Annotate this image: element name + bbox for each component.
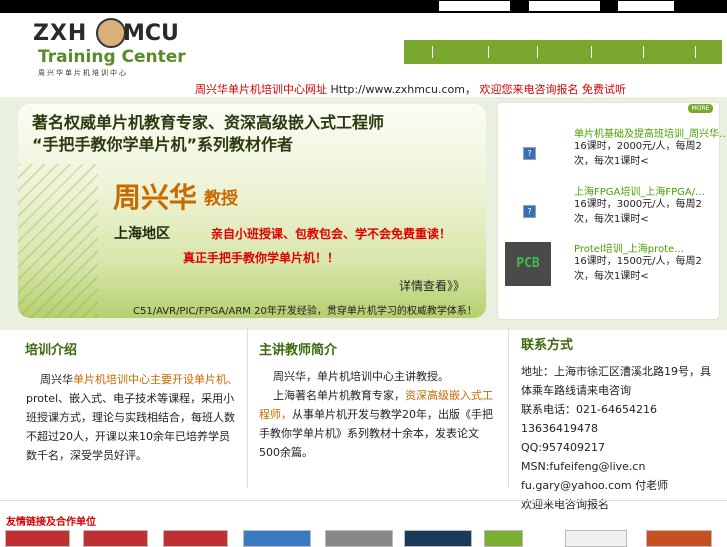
broken-image-icon: ? [523, 205, 536, 218]
more-button[interactable]: MORE [688, 104, 713, 113]
logo-portrait-icon [96, 18, 126, 48]
banner-area: 上海地区 [114, 226, 170, 242]
top-link-1[interactable] [439, 1, 510, 11]
nav-separator [643, 46, 644, 58]
headline-prefix: 周兴华单片机培训中心网址 [195, 83, 327, 96]
broken-image-icon: ? [523, 147, 536, 160]
site-logo[interactable]: ZXH MCU Training Center 周兴华单片机培训中心 [0, 13, 196, 79]
nav-separator [695, 46, 696, 58]
course-item[interactable]: ? 上海FPGA培训_上海FPGA/… 16课时，3000元/人，每周2次，每次… [498, 183, 719, 241]
headline: 周兴华单片机培训中心网址 Http://www.zxhmcu.com， 欢迎您来… [195, 81, 626, 97]
contact-address: 地址：上海市徐汇区漕溪北路19号，具体乘车路线请来电咨询 [521, 365, 711, 397]
intro-text-after: protel、嵌入式、电子技术等课程，采用小班授课方式，理论与实践相结合，每班人… [26, 392, 235, 462]
nav-separator [537, 46, 538, 58]
promo-banner[interactable]: 著名权威单片机教育专家、资深高级嵌入式工程师 “手把手教你学单片机”系列教材作者… [18, 104, 486, 318]
pcb-thumbnail-icon: PCB [505, 242, 551, 286]
banner-more-link[interactable]: 详情查看》》 [399, 277, 465, 294]
column-divider [508, 328, 509, 488]
contact-phone: 联系电话：021-64654216 [521, 403, 657, 416]
partner-logo[interactable] [163, 530, 228, 547]
banner-perk1: 亲自小班授课、包教包会、学不会免费重读！ [211, 227, 452, 241]
teacher-para2-a: 上海著名单片机教育专家， [273, 389, 405, 402]
courses-panel: ? 单片机基础及提高班培训_周兴华… 16课时，2000元/人，每周2次，每次1… [497, 102, 727, 320]
partner-logo[interactable] [325, 530, 393, 547]
headline-suffix1: 欢迎您来电咨询报名 [479, 83, 579, 96]
teacher-text: 周兴华，单片机培训中心主讲教授。 上海著名单片机教育专家，资深高级嵌入式工程师，… [259, 367, 499, 462]
footer-divider [0, 500, 727, 501]
banner-line2: “手把手教你学单片机”系列教材作者 [32, 135, 294, 154]
logo-brand-right: MCU [123, 21, 179, 46]
teacher-title: 主讲教师简介 [259, 343, 338, 358]
banner-footer: C51/AVR/PIC/FPGA/ARM 20年开发经验，贯穿单片机学习的权威教… [133, 306, 477, 317]
course-item[interactable]: PCB Protel培训_上海prote… 16课时，1500元/人，每周2次，… [498, 240, 719, 298]
partner-logo[interactable] [243, 530, 311, 547]
top-bar [0, 0, 727, 13]
headline-suffix2: 免费试听 [581, 83, 626, 96]
partner-logo[interactable] [484, 530, 523, 547]
course-desc: 16课时，2000元/人，每周2次，每次1课时< [574, 141, 702, 167]
course-title[interactable]: 单片机基础及提高班培训_周兴华… [574, 125, 727, 140]
intro-title: 培训介绍 [25, 343, 78, 358]
contact-text: 地址：上海市徐汇区漕溪北路19号，具体乘车路线请来电咨询 联系电话：021-64… [521, 362, 721, 514]
teacher-para2: 上海著名单片机教育专家，资深高级嵌入式工程师，从事单片机开发与教学20年，出版《… [259, 386, 499, 462]
contact-mobile: 13636419478 [521, 422, 598, 435]
logo-brand-left: ZXH [33, 21, 88, 46]
partner-logo[interactable] [5, 530, 70, 547]
headline-url[interactable]: Http://www.zxhmcu.com， [331, 83, 476, 96]
course-desc: 16课时，3000元/人，每周2次，每次1课时< [574, 199, 702, 225]
banner-name: 周兴华 [113, 181, 198, 214]
contact-note: 欢迎来电咨询报名 [521, 498, 609, 511]
partner-logo[interactable] [565, 530, 627, 547]
nav-separator [432, 46, 433, 58]
main-nav [404, 40, 722, 64]
contact-qq: QQ:957409217 [521, 441, 606, 454]
banner-title: 教授 [204, 189, 238, 209]
nav-separator [591, 46, 592, 58]
course-item[interactable]: ? 单片机基础及提高班培训_周兴华… 16课时，2000元/人，每周2次，每次1… [498, 125, 727, 183]
column-divider [247, 328, 248, 488]
course-title[interactable]: Protel培训_上海prote… [574, 240, 684, 255]
logo-subtitle: Training Center [38, 47, 186, 67]
contact-msn: MSN:fufeifeng@live.cn [521, 460, 646, 473]
intro-text-highlight[interactable]: 单片机培训中心主要开设单片机、 [73, 373, 238, 386]
partner-logo[interactable] [404, 530, 472, 547]
course-title[interactable]: 上海FPGA培训_上海FPGA/… [574, 183, 705, 198]
banner-line1: 著名权威单片机教育专家、资深高级嵌入式工程师 [32, 113, 385, 132]
circuit-decoration [18, 164, 98, 318]
logo-chinese-name: 周兴华单片机培训中心 [38, 69, 128, 77]
partner-logo[interactable] [646, 530, 712, 547]
nav-separator [488, 46, 489, 58]
partner-logo[interactable] [83, 530, 148, 547]
partners-title: 友情链接及合作单位 [6, 517, 96, 528]
top-link-2[interactable] [529, 1, 600, 11]
intro-text: 周兴华单片机培训中心主要开设单片机、 protel、嵌入式、电子技术等课程，采用小… [26, 370, 238, 465]
contact-title: 联系方式 [521, 338, 574, 353]
teacher-para2-b: 从事单片机开发与教学20年，出版《手把手教你学单片机》系列教材十余本，发表论文5… [259, 408, 493, 459]
intro-text-before: 周兴华 [40, 373, 73, 386]
top-link-3[interactable] [618, 1, 674, 11]
banner-perk2: 真正手把手教你学单片机！！ [183, 251, 340, 265]
contact-email[interactable]: fu.gary@yahoo.com 付老师 [521, 476, 721, 495]
course-desc: 16课时，1500元/人，每周2次，每次1课时< [574, 256, 702, 282]
teacher-para1: 周兴华，单片机培训中心主讲教授。 [273, 370, 449, 383]
